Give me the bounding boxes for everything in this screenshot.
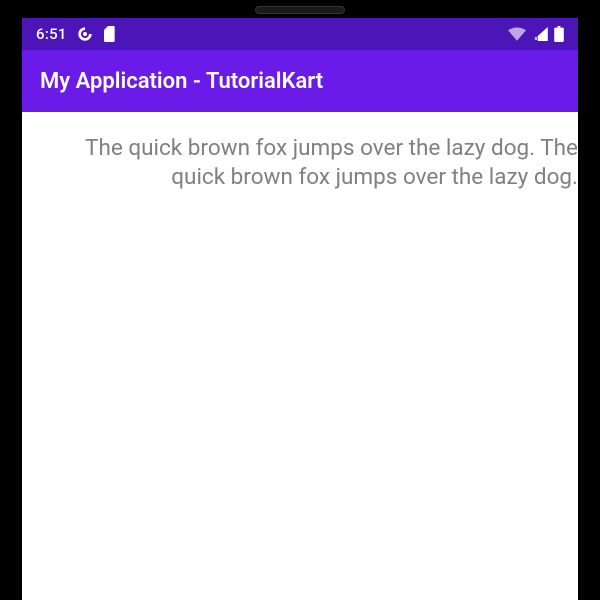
status-right: x xyxy=(508,26,564,42)
signal-icon: x xyxy=(532,27,548,41)
data-saver-icon xyxy=(77,26,93,42)
clock: 6:51 xyxy=(36,25,67,43)
screen: 6:51 xyxy=(22,18,578,600)
body-text: The quick brown fox jumps over the lazy … xyxy=(22,134,578,192)
wifi-icon xyxy=(508,27,526,41)
app-title: My Application - TutorialKart xyxy=(40,69,323,94)
app-bar: My Application - TutorialKart xyxy=(22,50,578,112)
device-speaker xyxy=(255,6,345,14)
status-bar: 6:51 xyxy=(22,18,578,50)
sd-card-icon xyxy=(103,26,117,42)
battery-icon xyxy=(554,26,564,42)
device-frame: 6:51 xyxy=(0,0,600,600)
status-left: 6:51 xyxy=(36,25,117,43)
svg-text:x: x xyxy=(535,36,538,41)
content-area: The quick brown fox jumps over the lazy … xyxy=(22,112,578,600)
